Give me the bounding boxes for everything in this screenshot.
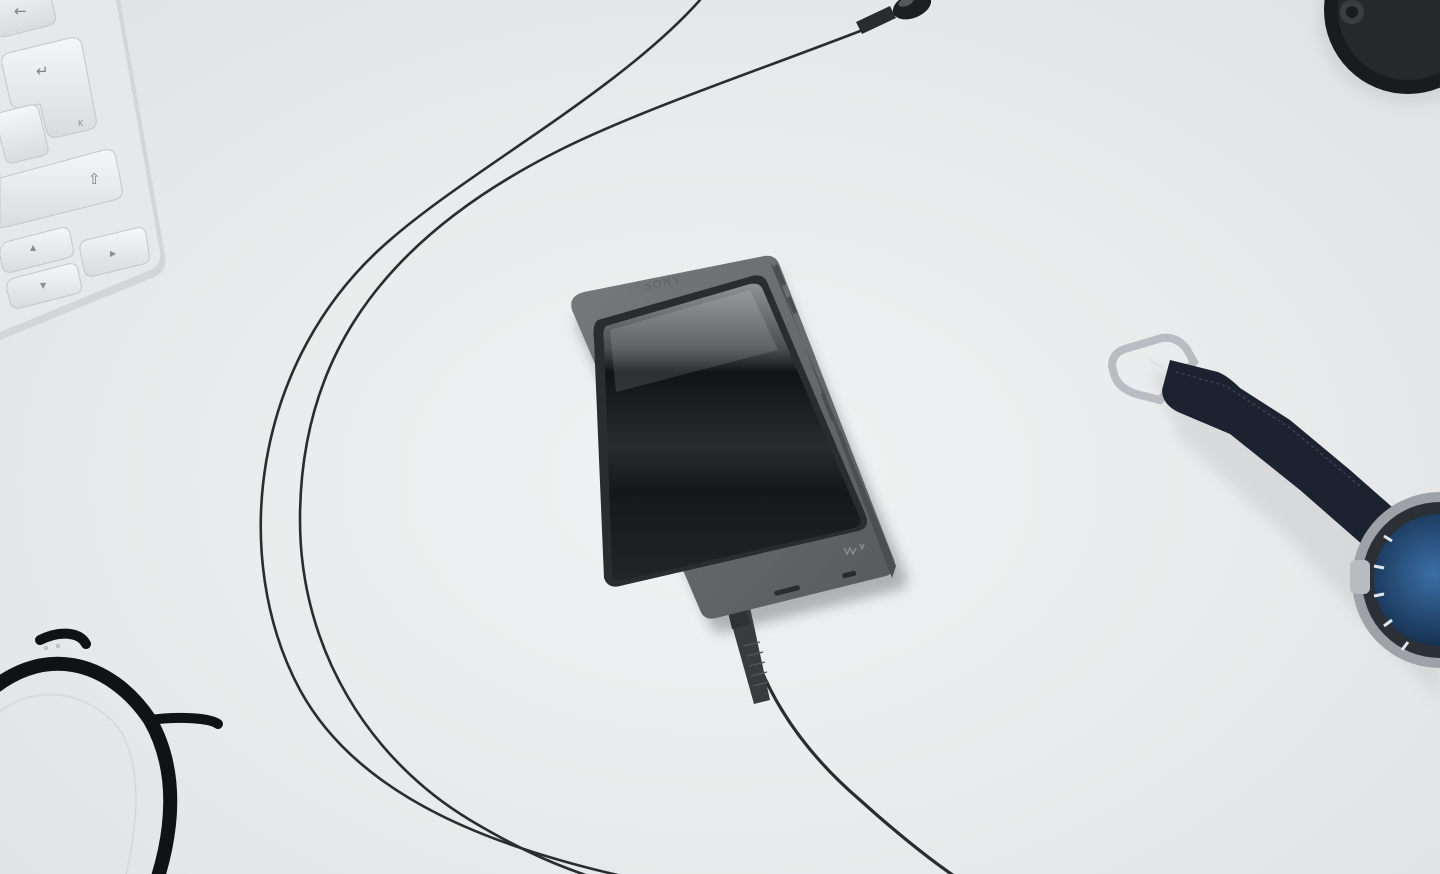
key-letter: K (78, 119, 84, 128)
arrow-down-icon: ▼ (40, 281, 47, 290)
desk-illustration: ← ↵ K ⇧ ▲ ▼ ▶ SONY (0, 0, 1440, 874)
arrow-up-icon: ▲ (30, 243, 37, 252)
music-player: SONY (571, 255, 907, 633)
return-key-icon: ↵ (36, 62, 49, 80)
camera-lens (1318, 0, 1440, 104)
backspace-arrow-icon: ← (14, 2, 27, 20)
watch-crown (1350, 560, 1370, 594)
shift-arrow-icon: ⇧ (88, 170, 101, 188)
keyboard: ← ↵ K ⇧ ▲ ▼ ▶ (0, 0, 166, 340)
wrist-watch (1107, 333, 1440, 700)
desk-scene: ← ↵ K ⇧ ▲ ▼ ▶ SONY (0, 0, 1440, 874)
arrow-right-icon: ▶ (110, 249, 117, 258)
earbud (856, 0, 932, 34)
eyeglasses (0, 628, 223, 874)
